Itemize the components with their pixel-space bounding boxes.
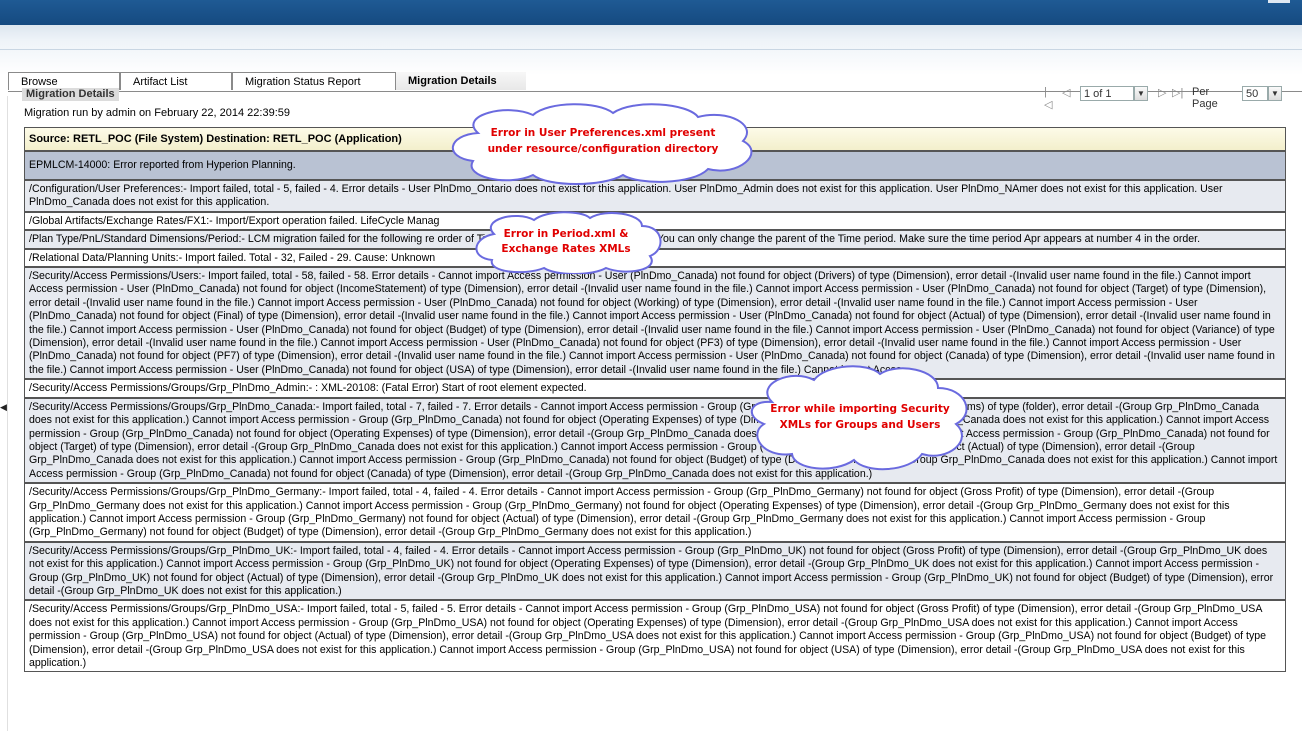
tab-label: Migration Status Report <box>245 76 361 88</box>
tab-label: Migration Details <box>408 75 497 87</box>
tab-artifact-list[interactable]: Artifact List <box>120 72 232 90</box>
left-frame-line <box>7 96 8 731</box>
callout-line: under resource/configuration directory <box>487 143 719 155</box>
chevron-down-icon[interactable]: ▼ <box>1268 86 1282 101</box>
table-row: /Configuration/User Preferences:- Import… <box>25 181 1285 213</box>
per-page-select[interactable]: 50 <box>1242 86 1268 101</box>
tab-migration-details[interactable]: Migration Details <box>396 72 526 90</box>
callout-line: Error while importing Security <box>770 403 950 415</box>
toolbar-divider <box>0 49 1302 50</box>
callout-cloud-security: Error while importing Security XMLs for … <box>742 362 978 474</box>
page-number-select[interactable]: 1 of 1 <box>1080 86 1134 101</box>
callout-line: Error in Period.xml & <box>503 228 629 240</box>
app-header-bar <box>0 0 1302 25</box>
next-page-icon[interactable]: ▷ <box>1158 86 1166 99</box>
chevron-down-icon[interactable]: ▼ <box>1134 86 1148 101</box>
per-page-label: Per Page <box>1192 86 1218 110</box>
table-row: /Security/Access Permissions/Groups/Grp_… <box>25 398 1285 485</box>
collapse-handle-icon[interactable]: ◀ <box>0 402 7 420</box>
first-page-icon[interactable]: |◁ <box>1044 86 1052 111</box>
tab-label: Artifact List <box>133 76 188 88</box>
callout-line: Exchange Rates XMLs <box>501 243 631 255</box>
table-row: /Security/Access Permissions/Groups/Grp_… <box>25 601 1285 672</box>
migration-run-info: Migration run by admin on February 22, 2… <box>24 107 290 119</box>
migration-details-table: Source: RETL_POC (File System) Destinati… <box>24 127 1286 673</box>
table-row: /Security/Access Permissions/Groups/Grp_… <box>25 542 1285 602</box>
section-title: Migration Details <box>22 88 119 101</box>
table-row: /Security/Access Permissions/Groups/Grp_… <box>25 484 1285 543</box>
callout-line: XMLs for Groups and Users <box>779 419 941 431</box>
header-corner-mark <box>1268 0 1290 3</box>
tab-label: Browse <box>21 76 58 88</box>
last-page-icon[interactable]: ▷| <box>1172 86 1183 99</box>
callout-cloud-period-exchange-rates: Error in Period.xml & Exchange Rates XML… <box>466 210 666 274</box>
toolbar-area <box>0 25 1302 75</box>
previous-page-icon[interactable]: ◁ <box>1062 86 1070 99</box>
callout-cloud-user-preferences: Error in User Preferences.xml present un… <box>438 103 768 185</box>
table-row: /Security/Access Permissions/Groups/Grp_… <box>25 380 1285 399</box>
tab-migration-status-report[interactable]: Migration Status Report <box>232 72 396 90</box>
callout-line: Error in User Preferences.xml present <box>490 127 716 139</box>
table-row: /Security/Access Permissions/Users:- Imp… <box>25 268 1285 381</box>
